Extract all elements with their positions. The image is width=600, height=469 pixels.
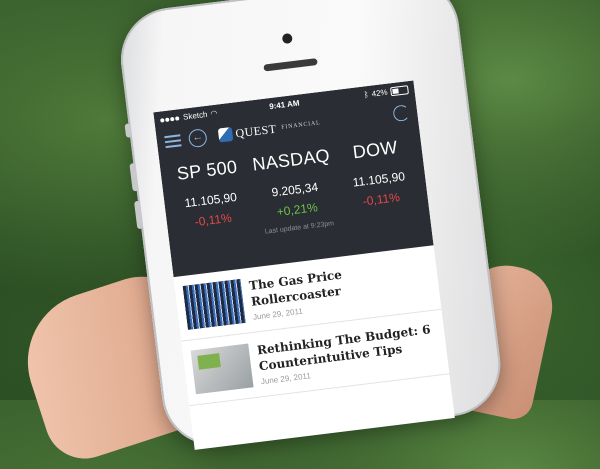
logo-mark-icon [217, 126, 234, 143]
front-camera [281, 32, 293, 45]
menu-icon[interactable] [164, 134, 182, 149]
carrier-label: Sketch [182, 109, 208, 122]
market-name: DOW [351, 136, 399, 163]
volume-up-button [129, 162, 139, 192]
market-dow[interactable]: DOW 11.105,90 -0,11% [332, 135, 424, 212]
battery-icon [389, 84, 409, 96]
market-name: NASDAQ [251, 145, 331, 175]
market-change: +0,21% [276, 200, 319, 220]
volume-down-button [134, 200, 144, 230]
wifi-icon: ◠ [209, 108, 218, 118]
logo-text: QUEST [234, 121, 278, 140]
battery-percent: 42% [371, 87, 389, 99]
market-sp500[interactable]: SP 500 11.105,90 -0,11% [164, 155, 256, 232]
header-panel: Sketch ◠ 9:41 AM ᛒ 42% ← QUEST FINANCIAL… [153, 80, 434, 278]
market-nasdaq[interactable]: NASDAQ 9.205,34 +0,21% [248, 145, 340, 222]
market-change: -0,11% [193, 210, 233, 230]
logo-subtitle: FINANCIAL [280, 120, 321, 131]
bluetooth-icon: ᛒ [363, 89, 370, 100]
signal-icon [160, 113, 181, 124]
phone-body: Sketch ◠ 9:41 AM ᛒ 42% ← QUEST FINANCIAL… [115, 0, 507, 452]
earpiece-speaker [263, 58, 318, 72]
article-thumbnail [182, 279, 246, 330]
back-arrow-icon[interactable]: ← [187, 128, 208, 149]
article-thumbnail [190, 343, 254, 395]
refresh-icon[interactable] [392, 104, 411, 123]
market-change: -0,11% [361, 190, 401, 209]
phone: Sketch ◠ 9:41 AM ᛒ 42% ← QUEST FINANCIAL… [115, 0, 507, 452]
market-name: SP 500 [175, 156, 239, 184]
app-screen: Sketch ◠ 9:41 AM ᛒ 42% ← QUEST FINANCIAL… [153, 80, 455, 450]
mute-switch [124, 123, 133, 138]
